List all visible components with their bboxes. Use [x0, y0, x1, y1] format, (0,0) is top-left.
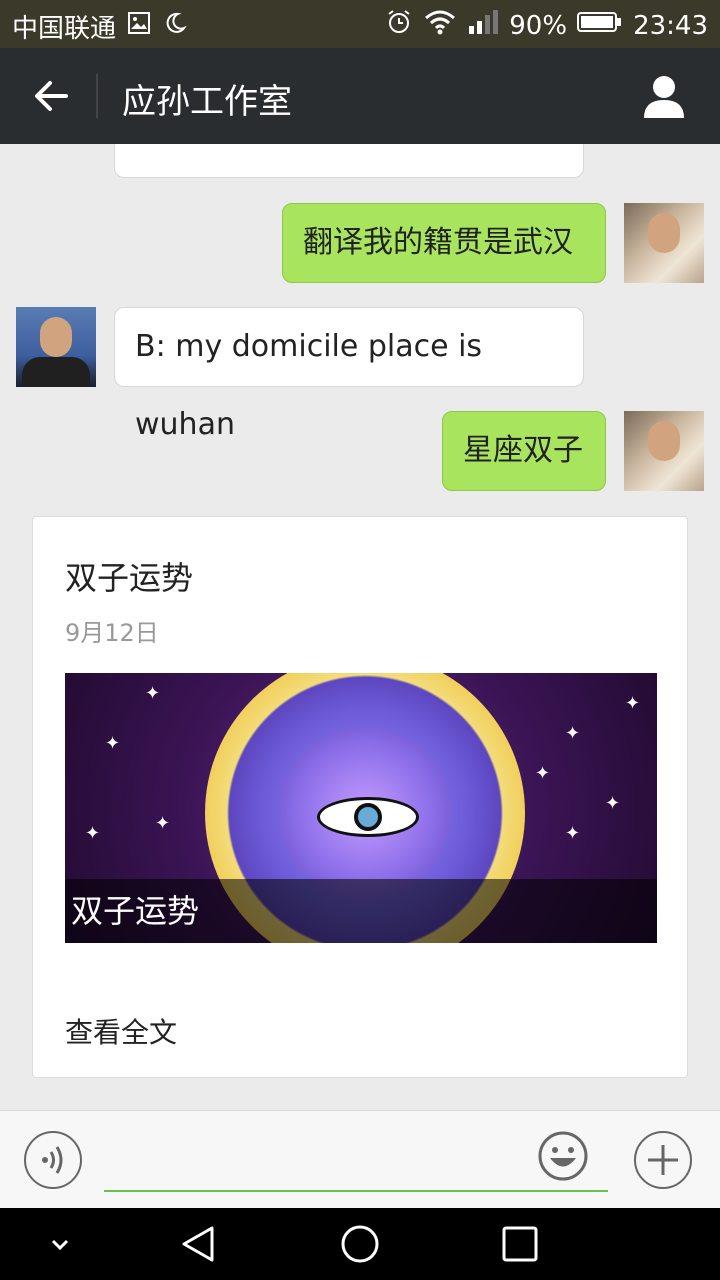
input-bar	[0, 1110, 720, 1209]
moon-icon	[162, 10, 188, 43]
smiley-icon	[538, 1131, 588, 1181]
voice-icon	[42, 1146, 63, 1174]
title-bar: 应孙工作室	[0, 48, 720, 144]
battery-icon	[577, 10, 623, 41]
nav-recents-button[interactable]	[500, 1224, 540, 1264]
article-title: 双子运势	[65, 559, 194, 597]
emoji-button[interactable]	[538, 1131, 596, 1189]
profile-button[interactable]	[638, 70, 690, 122]
message-bubble-received[interactable]: B: my domicile place is wuhan	[114, 307, 584, 442]
article-image-caption: 双子运势	[65, 879, 657, 943]
status-bar: 中国联通 90% 23:43	[0, 0, 720, 48]
arrow-left-icon	[35, 81, 68, 111]
battery-percent: 90%	[509, 10, 568, 41]
message-bubble-sent[interactable]: 星座双子	[442, 411, 606, 491]
read-more-link[interactable]: 查看全文	[65, 1011, 177, 1051]
message-input[interactable]	[104, 1190, 608, 1192]
contact-avatar[interactable]	[16, 307, 96, 387]
plus-icon	[648, 1145, 678, 1175]
nav-back-button[interactable]	[178, 1224, 218, 1264]
signal-icon	[467, 8, 499, 43]
article-card[interactable]: 双子运势 9月12日 ✦ ✦ ✦ ✦ ✦ ✦ ✦ ✦ ✦ 双子运势 查看全文	[32, 516, 688, 1078]
back-button[interactable]	[26, 70, 78, 122]
more-button[interactable]	[634, 1131, 692, 1189]
voice-button[interactable]	[24, 1131, 82, 1189]
previous-message-bubble[interactable]	[114, 144, 584, 178]
my-avatar[interactable]	[624, 411, 704, 491]
article-image[interactable]: ✦ ✦ ✦ ✦ ✦ ✦ ✦ ✦ ✦ 双子运势	[65, 673, 657, 943]
circle-home-icon	[341, 1225, 379, 1263]
triangle-back-icon	[182, 1226, 214, 1262]
title-divider	[96, 74, 98, 118]
alarm-icon	[385, 8, 413, 43]
wifi-icon	[423, 8, 457, 43]
carrier-label: 中国联通	[12, 14, 117, 44]
chevron-down-icon	[51, 1239, 69, 1251]
nav-home-button[interactable]	[340, 1224, 380, 1264]
square-recents-icon	[502, 1226, 538, 1262]
clock: 23:43	[633, 10, 708, 41]
hide-keyboard-button[interactable]	[40, 1224, 80, 1264]
article-date: 9月12日	[65, 619, 159, 647]
message-bubble-sent[interactable]: 翻译我的籍贯是武汉	[282, 203, 606, 283]
my-avatar[interactable]	[624, 203, 704, 283]
image-icon	[126, 10, 152, 43]
chat-area[interactable]: 翻译我的籍贯是武汉 B: my domicile place is wuhan …	[0, 144, 720, 1110]
system-nav-bar	[0, 1208, 720, 1280]
chat-title: 应孙工作室	[122, 82, 292, 122]
person-icon	[644, 76, 684, 118]
